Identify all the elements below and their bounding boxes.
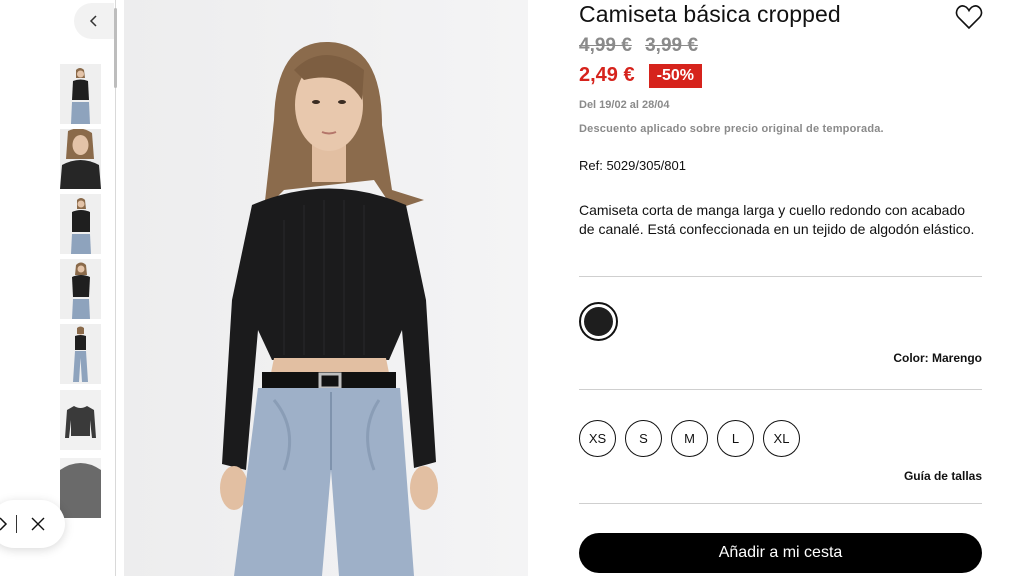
main-product-image[interactable] (124, 0, 528, 576)
rail-scrollbar[interactable] (114, 8, 117, 88)
size-option-s[interactable]: S (625, 420, 662, 457)
promo-dates: Del 19/02 al 28/04 (579, 99, 670, 111)
thumbnail-rail (0, 0, 118, 576)
floating-action-chip (0, 500, 65, 548)
divider-2 (579, 389, 982, 390)
discount-note: Descuento aplicado sobre precio original… (579, 123, 884, 135)
thumbnail-7[interactable] (60, 458, 101, 518)
current-price: 2,49 € (579, 64, 635, 86)
model-illustration (124, 0, 528, 576)
favorite-button[interactable] (955, 4, 983, 30)
thumbnail-5[interactable] (60, 324, 101, 384)
size-option-xl[interactable]: XL (763, 420, 800, 457)
product-description: Camiseta corta de manga larga y cuello r… (579, 202, 975, 237)
color-label: Color: Marengo (893, 351, 982, 365)
thumbnail-2[interactable] (60, 129, 101, 189)
thumbnail-4[interactable] (60, 259, 101, 319)
chip-separator (16, 515, 17, 533)
back-button[interactable] (74, 3, 114, 39)
swatch-fill (584, 307, 613, 336)
chevron-left-icon (89, 15, 97, 27)
old-price-2: 3,99 € (645, 35, 698, 56)
divider-3 (579, 503, 982, 504)
size-selector: XS S M L XL (579, 420, 800, 457)
product-reference: Ref: 5029/305/801 (579, 158, 686, 173)
heart-outline-icon (955, 5, 983, 30)
current-price-row: 2,49 € -50% (579, 63, 702, 88)
size-option-l[interactable]: L (717, 420, 754, 457)
discount-badge: -50% (648, 63, 702, 88)
size-guide-link[interactable]: Guía de tallas (904, 469, 982, 483)
thumbnail-1[interactable] (60, 64, 101, 124)
thumbnail-3[interactable] (60, 194, 101, 254)
size-option-m[interactable]: M (671, 420, 708, 457)
color-swatch-marengo[interactable] (579, 302, 618, 341)
original-prices: 4,99 € 3,99 € (579, 35, 706, 57)
size-option-xs[interactable]: XS (579, 420, 616, 457)
thumbnail-6[interactable] (60, 390, 101, 450)
product-title: Camiseta básica cropped (579, 1, 841, 27)
add-to-cart-button[interactable]: Añadir a mi cesta (579, 533, 982, 573)
old-price-1: 4,99 € (579, 35, 632, 56)
divider-1 (579, 276, 982, 277)
close-icon[interactable] (31, 517, 45, 531)
expand-icon[interactable] (0, 516, 8, 532)
